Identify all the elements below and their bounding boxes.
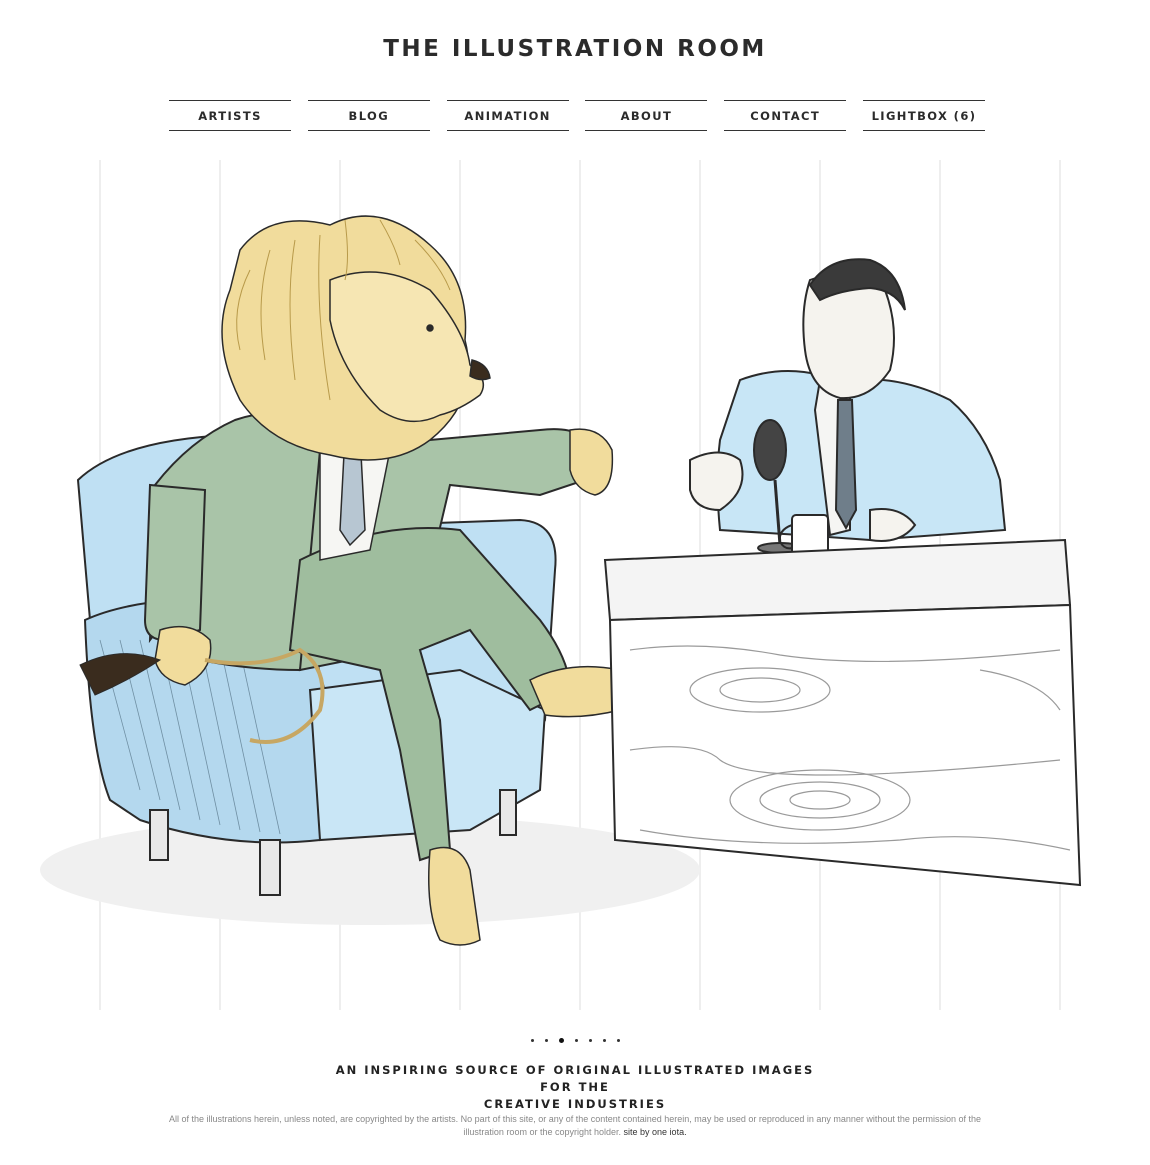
nav-item-lightbox[interactable]: LIGHTBOX (6) — [862, 100, 985, 131]
nav-item-blog[interactable]: BLOG — [307, 100, 430, 131]
footer-copyright: All of the illustrations herein, unless … — [165, 1113, 985, 1139]
slide-dot-5[interactable] — [588, 1039, 592, 1042]
slide-dot-6[interactable] — [602, 1039, 606, 1042]
slide-dot-4[interactable] — [574, 1039, 578, 1042]
slide-dot-1[interactable] — [530, 1039, 534, 1042]
main-nav: ARTISTS BLOG ANIMATION ABOUT CONTACT LIG… — [169, 100, 985, 131]
tagline-line-1: AN INSPIRING SOURCE OF ORIGINAL ILLUSTRA… — [335, 1063, 815, 1094]
slide-dot-2[interactable] — [544, 1039, 548, 1042]
copyright-text: All of the illustrations herein, unless … — [169, 1114, 981, 1137]
site-credit-link[interactable]: site by one iota. — [624, 1127, 687, 1137]
nav-item-artists[interactable]: ARTISTS — [169, 100, 291, 131]
hero-illustration — [40, 160, 1082, 1010]
host — [689, 258, 1007, 542]
slide-dot-3-active[interactable] — [558, 1038, 564, 1043]
site-title[interactable]: THE ILLUSTRATION ROOM — [0, 36, 1150, 62]
slide-dot-7[interactable] — [616, 1039, 620, 1042]
tagline: AN INSPIRING SOURCE OF ORIGINAL ILLUSTRA… — [330, 1062, 820, 1113]
hero-slideshow[interactable] — [0, 150, 1150, 1020]
nav-item-about[interactable]: ABOUT — [585, 100, 708, 131]
tagline-line-2: CREATIVE INDUSTRIES — [483, 1097, 667, 1111]
desk — [603, 538, 1082, 887]
nav-item-contact[interactable]: CONTACT — [724, 100, 847, 131]
slideshow-dots — [0, 1038, 1150, 1043]
nav-item-animation[interactable]: ANIMATION — [446, 100, 569, 131]
